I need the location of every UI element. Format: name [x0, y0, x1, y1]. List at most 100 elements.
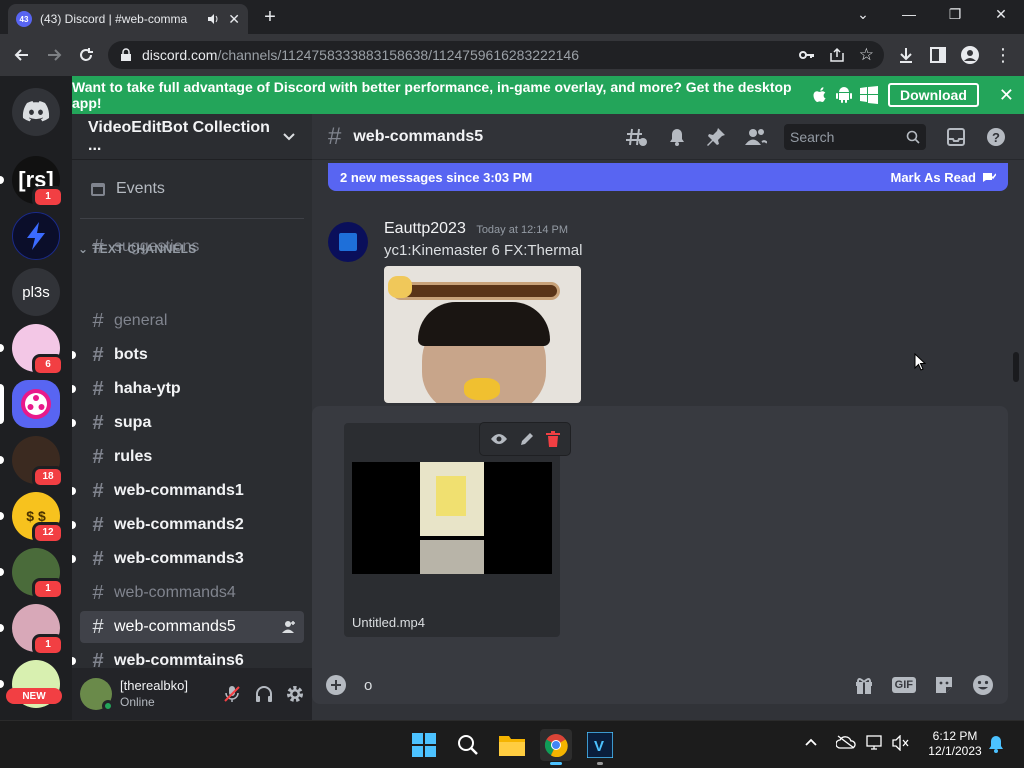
tab-search-icon[interactable]: ⌄ — [851, 6, 875, 26]
restore-button[interactable]: ❐ — [943, 6, 967, 26]
gif-icon[interactable]: GIF — [891, 677, 916, 693]
guild-item[interactable]: [rs] 1 — [0, 156, 64, 208]
avatar[interactable] — [80, 678, 114, 712]
mark-as-read-button[interactable]: Mark As Read — [891, 170, 996, 185]
download-icon[interactable] — [896, 45, 916, 65]
guild-item[interactable]: 6 — [0, 324, 64, 376]
tray-chevron-icon[interactable] — [804, 737, 818, 747]
volume-muted-icon[interactable] — [892, 735, 910, 751]
pending-attachment[interactable]: Untitled.mp4 — [344, 423, 570, 637]
sticker-icon[interactable] — [934, 675, 954, 695]
mute-mic-icon[interactable] — [223, 685, 241, 703]
settings-gear-icon[interactable] — [286, 685, 304, 703]
minimize-button[interactable]: — — [897, 6, 921, 26]
channel-web-commands3[interactable]: # web-commands3 — [72, 543, 304, 575]
chat-scrollbar[interactable] — [1013, 352, 1019, 382]
vegas-taskbar-icon[interactable]: V — [584, 729, 616, 765]
message-input[interactable]: o — [364, 677, 844, 694]
channel-bots[interactable]: # bots — [72, 339, 304, 371]
channel-web-commands4[interactable]: # web-commands4 — [80, 577, 304, 609]
key-icon[interactable] — [798, 47, 815, 63]
emoji-icon[interactable] — [972, 674, 994, 696]
threads-icon[interactable] — [626, 127, 648, 147]
gift-icon[interactable] — [854, 675, 874, 695]
member-list-icon[interactable] — [745, 127, 767, 147]
start-button[interactable] — [408, 729, 440, 761]
search-input[interactable]: Search — [784, 124, 926, 150]
channel-web-commands5[interactable]: # web-commands5 — [80, 611, 304, 643]
hash-icon: # — [92, 445, 104, 468]
guild-item[interactable]: 1 — [0, 604, 64, 656]
guild-item[interactable]: 1 — [0, 548, 64, 600]
guild-item[interactable] — [12, 212, 60, 260]
channel-general[interactable]: # general — [80, 305, 304, 337]
message-avatar[interactable] — [328, 222, 368, 262]
guild-item[interactable]: 18 — [0, 436, 64, 488]
reload-icon[interactable] — [76, 45, 96, 65]
guild-item[interactable]: NEW — [0, 660, 62, 708]
close-tab-icon[interactable]: ✕ — [228, 11, 240, 28]
guild-item-selected[interactable] — [0, 380, 60, 428]
close-window-button[interactable]: ✕ — [989, 6, 1013, 26]
onedrive-icon[interactable] — [836, 735, 856, 749]
share-icon[interactable] — [829, 47, 845, 63]
active-indicator — [550, 762, 562, 765]
delete-trash-icon[interactable] — [546, 431, 561, 447]
view-eye-icon[interactable] — [490, 433, 508, 445]
taskbar-search-icon[interactable] — [452, 729, 484, 761]
channel-haha-ytp[interactable]: # haha-ytp — [72, 373, 304, 405]
browser-tab[interactable]: 43 (43) Discord | #web-comma ✕ — [8, 4, 248, 34]
forward-icon[interactable] — [44, 45, 64, 65]
clock[interactable]: 6:12 PM 12/1/2023 — [924, 729, 986, 759]
home-button[interactable] — [12, 88, 60, 136]
file-explorer-icon[interactable] — [496, 729, 528, 761]
back-icon[interactable] — [12, 45, 32, 65]
guild-item[interactable]: $ $ 12 — [0, 492, 64, 544]
notification-bell-icon[interactable] — [667, 127, 687, 147]
edit-pencil-icon[interactable] — [519, 431, 535, 447]
category-text-channels[interactable]: ⌄ TEXT CHANNELS — [78, 242, 197, 256]
add-member-icon[interactable] — [282, 620, 296, 634]
bookmark-star-icon[interactable]: ☆ — [859, 45, 874, 65]
mention-badge: 1 — [32, 578, 64, 600]
speaker-icon[interactable] — [206, 12, 220, 26]
thumbnail-figure — [436, 476, 466, 516]
channel-supa[interactable]: # supa — [72, 407, 304, 439]
pinned-messages-icon[interactable] — [706, 127, 726, 147]
lock-icon[interactable] — [120, 48, 132, 62]
channel-rules[interactable]: # rules — [80, 441, 304, 473]
events-item[interactable]: Events — [80, 173, 304, 205]
server-header[interactable]: VideoEditBot Collection ... — [72, 114, 312, 160]
unread-pill — [0, 512, 4, 520]
new-tab-button[interactable]: + — [260, 7, 280, 27]
user-status: Online — [120, 695, 155, 709]
side-panel-icon[interactable] — [928, 45, 948, 65]
close-banner-icon[interactable]: ✕ — [999, 85, 1014, 106]
inbox-icon[interactable] — [946, 127, 966, 147]
network-icon[interactable] — [866, 735, 884, 751]
windows-taskbar: V 6:12 PM 12/1/2023 — [0, 720, 1024, 768]
headphones-icon[interactable] — [255, 685, 273, 703]
channel-web-commands2[interactable]: # web-commands2 — [72, 509, 304, 541]
channel-name: web-commands1 — [114, 482, 244, 499]
channel-name: web-commands2 — [114, 516, 244, 533]
guild-item[interactable]: pl3s — [12, 268, 60, 316]
new-messages-bar[interactable]: 2 new messages since 3:03 PM Mark As Rea… — [328, 163, 1008, 191]
download-button[interactable]: Download — [888, 83, 979, 107]
discord-app: [rs] 1 pl3s 6 18 $ $ 12 1 1 NEW Want to … — [0, 76, 1024, 720]
cheese-nose-image — [464, 378, 500, 400]
message-author[interactable]: Eauttp2023 — [384, 220, 466, 237]
channel-name: general — [114, 312, 168, 329]
user-panel: [therealbko] Online — [72, 668, 312, 720]
notification-bell-icon[interactable] — [988, 735, 1004, 753]
address-bar[interactable]: discord.com/channels/1124758333883158638… — [108, 41, 884, 69]
add-attachment-icon[interactable] — [326, 675, 346, 695]
mouse-cursor-icon — [914, 353, 926, 371]
browser-menu-icon[interactable]: ⋮ — [993, 45, 1013, 65]
video-attachment-preview[interactable] — [384, 266, 581, 403]
profile-icon[interactable] — [960, 45, 980, 65]
help-icon[interactable]: ? — [986, 127, 1006, 147]
upload-area: Untitled.mp4 — [312, 406, 1008, 666]
channel-web-commands1[interactable]: # web-commands1 — [72, 475, 304, 507]
chrome-taskbar-icon[interactable] — [540, 729, 572, 765]
